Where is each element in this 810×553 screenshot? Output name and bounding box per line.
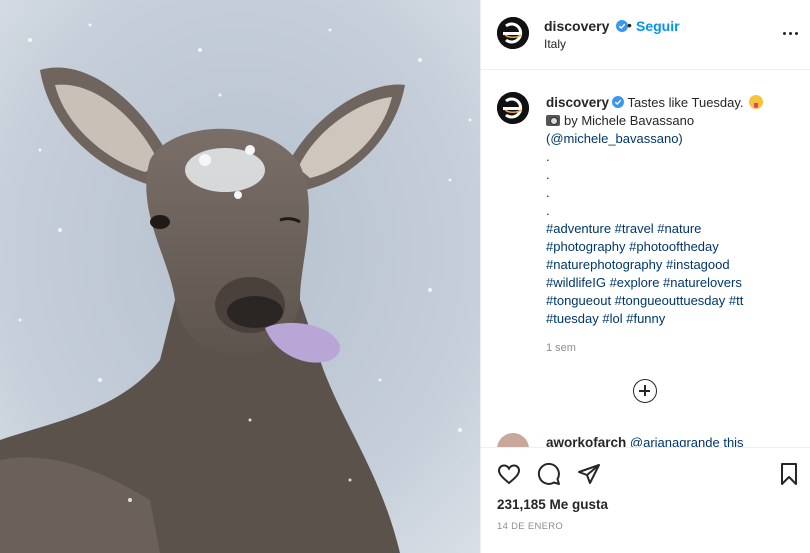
likes-count[interactable]: 231,185 Me gusta <box>497 497 608 512</box>
tongue-emoji-icon <box>749 95 764 109</box>
comment-body[interactable]: @arianagrande this <box>630 435 744 447</box>
hashtag-line[interactable]: #tuesday #lol #funny <box>546 310 791 328</box>
post-sidebar: discovery • Seguir Italy discovery Taste… <box>480 0 810 553</box>
heart-icon[interactable] <box>497 462 521 486</box>
caption-dot: . <box>546 185 550 200</box>
header-username[interactable]: discovery <box>544 18 629 34</box>
post-date[interactable]: 14 DE ENERO <box>497 521 563 532</box>
follow-button[interactable]: Seguir <box>636 18 680 34</box>
caption-dot: . <box>546 203 550 218</box>
commenter-username[interactable]: aworkofarch <box>546 435 626 447</box>
bookmark-icon[interactable] <box>777 462 801 486</box>
caption-time[interactable]: 1 sem <box>546 342 576 354</box>
username-text[interactable]: discovery <box>544 18 609 34</box>
caption-handle-link[interactable]: (@michele_bavassano) <box>546 130 791 148</box>
comment-icon[interactable] <box>537 462 561 486</box>
verified-badge-icon <box>612 96 625 108</box>
avatar[interactable] <box>497 17 529 49</box>
post-actions: 231,185 Me gusta 14 DE ENERO <box>481 447 810 553</box>
caption-credit: by Michele Bavassano <box>564 113 695 128</box>
hashtag-line[interactable]: #photography #photooftheday <box>546 238 791 256</box>
comment-text: aworkofarch @arianagrande this <box>546 435 744 447</box>
hashtag-line[interactable]: #wildlifeIG #explore #naturelovers <box>546 274 791 292</box>
caption-username[interactable]: discovery <box>546 95 609 110</box>
caption-dot: . <box>546 167 550 182</box>
share-icon[interactable] <box>577 462 601 486</box>
hashtag-line[interactable]: #naturephotography #instagood <box>546 256 791 274</box>
hashtag-line[interactable]: #adventure #travel #nature <box>546 220 791 238</box>
caption-dot: . <box>546 149 550 164</box>
discovery-logo-icon <box>497 17 529 49</box>
load-more-comments-button[interactable] <box>633 379 657 403</box>
camera-emoji-icon <box>546 115 560 126</box>
post-caption: discovery Tastes like Tuesday. by Michel… <box>546 94 791 328</box>
post-photo[interactable] <box>0 0 480 553</box>
deer-illustration <box>0 0 480 553</box>
commenter-avatar[interactable] <box>497 433 529 447</box>
more-options-icon[interactable] <box>781 25 801 43</box>
discovery-logo-icon <box>497 92 529 124</box>
location-link[interactable]: Italy <box>544 37 566 51</box>
hashtag-line[interactable]: #tongueout #tongueouttuesday #tt <box>546 292 791 310</box>
comments-section[interactable]: discovery Tastes like Tuesday. by Michel… <box>481 71 810 447</box>
caption-avatar[interactable] <box>497 92 529 124</box>
caption-text: Tastes like Tuesday. <box>627 95 744 110</box>
post-header: discovery • Seguir Italy <box>481 0 810 70</box>
separator-dot: • <box>627 17 632 33</box>
